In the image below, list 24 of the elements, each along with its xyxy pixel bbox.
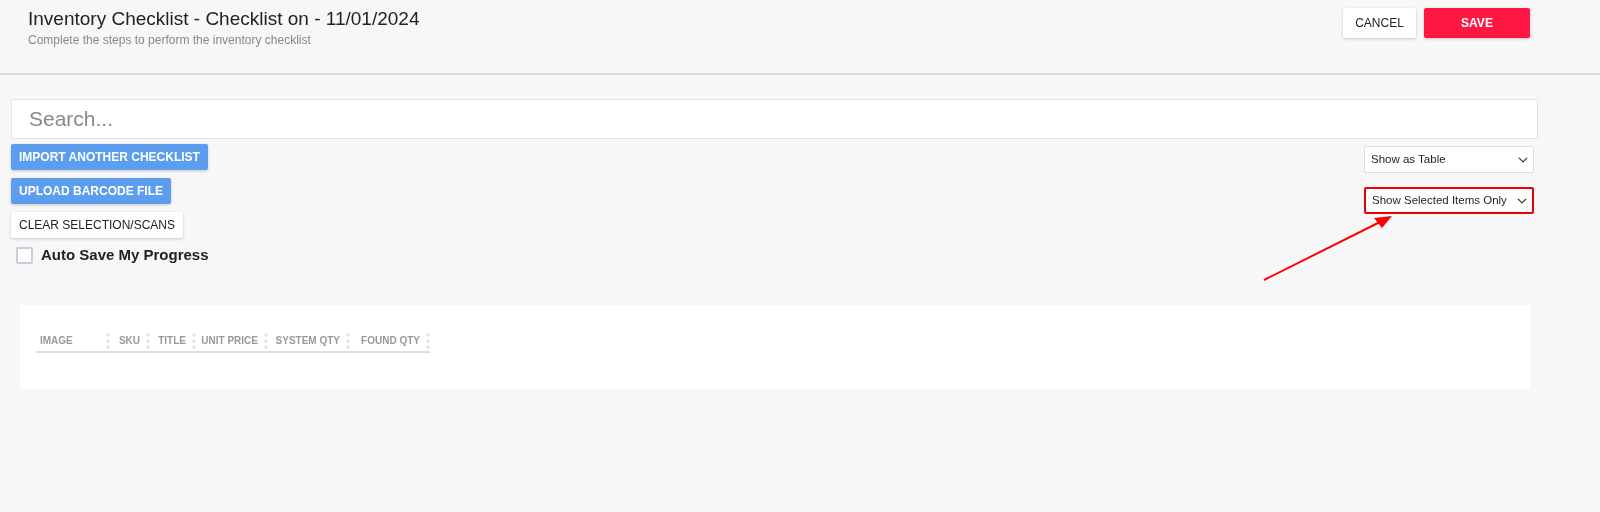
drag-handle-icon[interactable] [346,332,350,349]
drag-handle-icon[interactable] [106,332,110,349]
column-header[interactable]: SKU [110,333,146,348]
column-header[interactable]: TITLE [150,333,192,348]
view-select[interactable]: Show as Table [1364,146,1534,173]
column-header[interactable]: FOUND QTY [350,333,426,348]
action-button[interactable]: IMPORT ANOTHER CHECKLIST [11,144,208,170]
page-title: Inventory Checklist - Checklist on - 11/01/2024 [28,8,420,31]
auto-save-checkbox[interactable] [16,246,33,264]
cancel-button[interactable]: CANCEL [1343,8,1416,38]
action-button[interactable]: CLEAR SELECTION/SCANS [11,212,184,238]
action-button[interactable]: UPLOAD BARCODE FILE [11,178,171,204]
view-select[interactable]: Show Selected Items Only [1364,187,1534,214]
drag-handle-icon[interactable] [146,332,150,349]
drag-handle-icon[interactable] [264,332,268,349]
drag-handle-icon[interactable] [192,332,196,349]
column-header[interactable]: SYSTEM QTY [268,333,346,348]
auto-save-label: Auto Save My Progress [41,245,209,265]
drag-handle-icon[interactable] [426,332,430,349]
page-subtitle: Complete the steps to perform the inventory checklist [28,31,312,49]
column-header[interactable]: UNIT PRICE [196,333,264,348]
save-button[interactable]: SAVE [1424,8,1530,38]
column-header[interactable]: IMAGE [36,333,106,348]
search-field[interactable]: Search... [11,99,1538,139]
